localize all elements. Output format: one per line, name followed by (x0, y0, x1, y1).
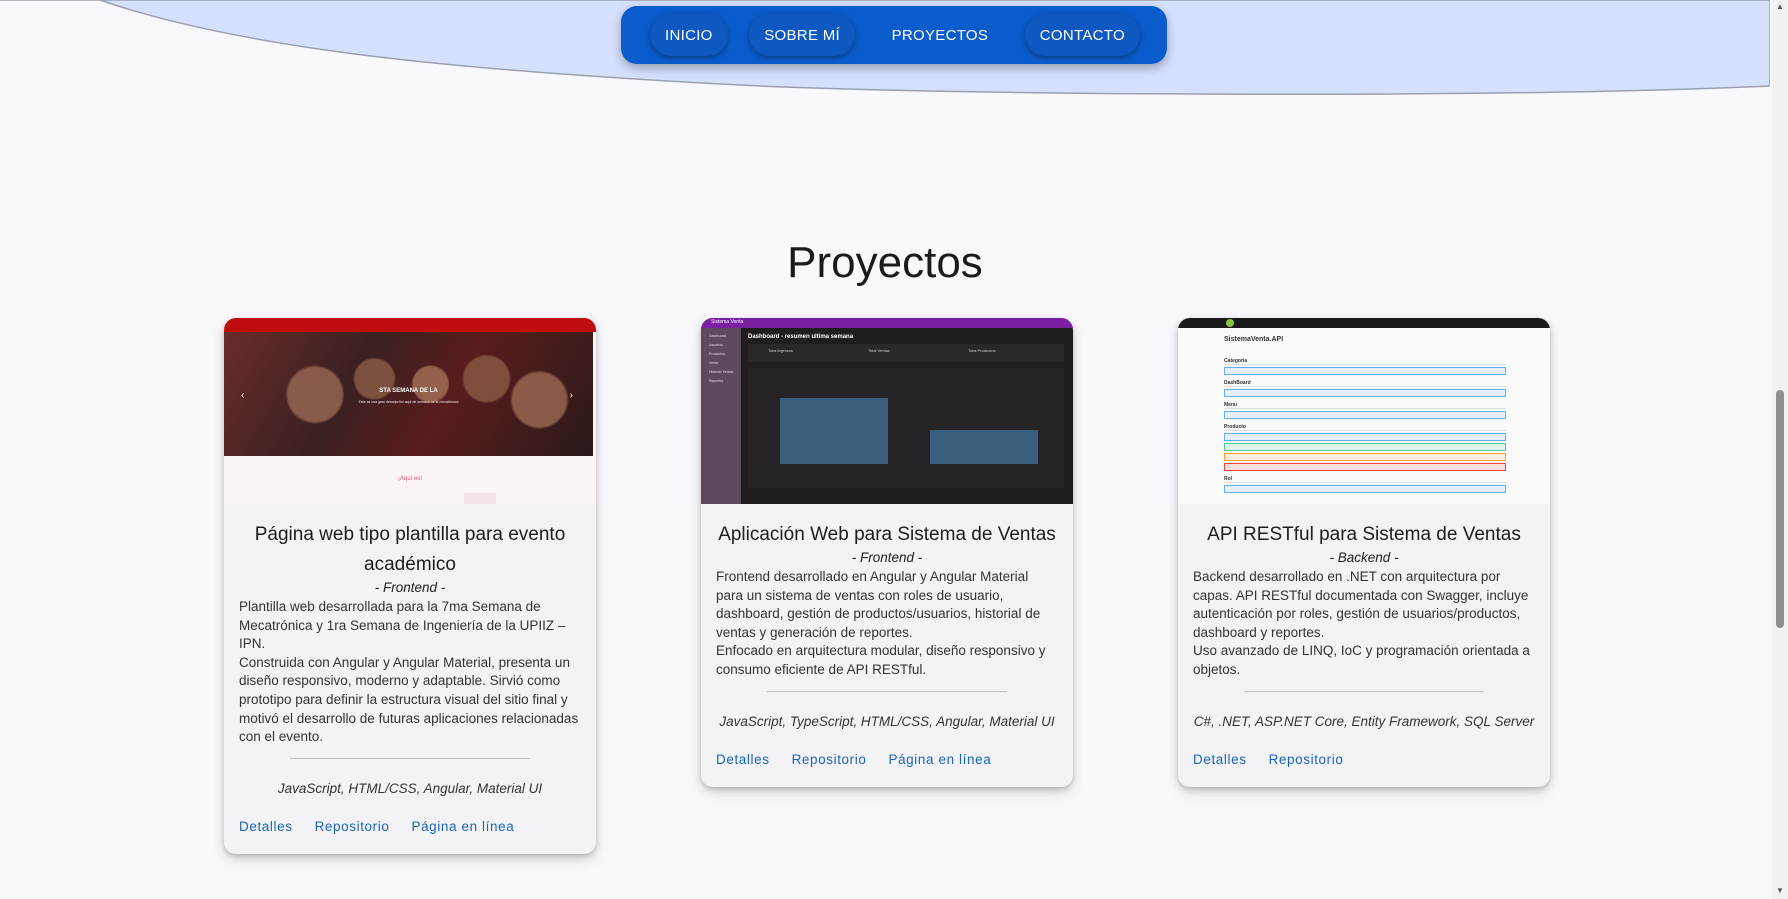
preview-menu-item: Venta (709, 361, 718, 365)
project-tech: C#, .NET, ASP.NET Core, Entity Framework… (1193, 713, 1535, 729)
carousel-next-icon: › (569, 390, 573, 401)
preview-api-title: SistemaVenta.API (1224, 336, 1284, 343)
project-desc-p2: Uso avanzado de LINQ, IoC y programación… (1193, 643, 1530, 677)
scroll-down-icon[interactable]: ▼ (1775, 886, 1785, 896)
details-button[interactable]: Detalles (228, 813, 304, 840)
section-title: Proyectos (787, 238, 983, 287)
preview-endpoint-group: Categoria (1224, 358, 1506, 375)
project-card-ventas-api: SistemaVenta.API Categoria DashBoard Menu P… (1178, 318, 1550, 787)
preview-endpoint-group: Producto (1224, 424, 1506, 471)
project-tech: JavaScript, TypeScript, HTML/CSS, Angula… (719, 713, 1055, 729)
preview-endpoint-row (1224, 443, 1506, 451)
project-desc-p1: Backend desarrollado en .NET con arquite… (1193, 569, 1529, 640)
project-desc-p2: Construida con Angular y Angular Materia… (239, 654, 579, 745)
preview-endpoint-group: Rol (1224, 476, 1506, 493)
preview-topbar: Sistema Venta (701, 318, 1073, 328)
repository-button[interactable]: Repositorio (304, 813, 401, 840)
project-type: - Frontend - (851, 550, 923, 565)
preview-group-name: Rol (1224, 476, 1506, 483)
preview-endpoint-row (1224, 411, 1506, 419)
preview-sidebar: Dashboard Usuarios Productos Venta Historial… (701, 328, 741, 504)
preview-endpoint-row (1224, 389, 1506, 397)
project-image-ventas-api: SistemaVenta.API Categoria DashBoard Menu P… (1178, 318, 1550, 504)
preview-stat: Total Productos (968, 348, 996, 353)
preview-group-name: DashBoard (1224, 380, 1506, 387)
live-page-button[interactable]: Página en línea (877, 746, 1002, 773)
preview-endpoint-group: Menu (1224, 402, 1506, 419)
preview-endpoint-row (1224, 485, 1506, 493)
project-title: Aplicación Web para Sistema de Ventas (718, 524, 1056, 545)
scrollbar-thumb[interactable] (1776, 390, 1784, 628)
divider (290, 757, 530, 759)
preview-app-name: Sistema Venta (711, 319, 744, 325)
nav-contacto[interactable]: CONTACTO (1024, 14, 1140, 56)
preview-endpoint-groups: Categoria DashBoard Menu Producto Rol (1224, 358, 1506, 498)
preview-dashboard-title: Dashboard - resumen ultima semana (748, 334, 854, 340)
project-title: API RESTful para Sistema de Ventas (1207, 524, 1521, 545)
nav-inicio[interactable]: INICIO (650, 14, 728, 56)
project-card-evento: STA SEMANA DE LA Este es una gran descri… (224, 318, 596, 854)
project-title: Página web tipo plantilla para evento ac… (254, 524, 566, 575)
divider (1244, 690, 1484, 692)
preview-sidebar-menu: Dashboard Usuarios Productos Venta Historial… (701, 328, 741, 386)
details-button[interactable]: Detalles (705, 746, 781, 773)
card-actions: Detalles Repositorio Página en línea (224, 799, 596, 854)
repository-button[interactable]: Repositorio (781, 746, 878, 773)
project-description: Backend desarrollado en .NET con arquite… (1193, 568, 1535, 680)
preview-endpoint-row (1224, 463, 1506, 471)
preview-stat: Total Ventas (868, 348, 890, 353)
preview-endpoint-row (1224, 453, 1506, 461)
project-image-ventas-frontend: Sistema Venta Dashboard Usuarios Productos… (701, 318, 1073, 504)
preview-endpoint-row (1224, 433, 1506, 441)
preview-footer-text: ¡Aquí es! (397, 476, 422, 482)
preview-group-name: Menu (1224, 402, 1506, 409)
preview-endpoint-row (1224, 367, 1506, 375)
preview-hero-photo: STA SEMANA DE LA Este es una gran descri… (224, 332, 593, 456)
preview-topbar (1178, 318, 1550, 328)
project-tech: JavaScript, HTML/CSS, Angular, Material … (277, 780, 543, 796)
project-desc-p2: Enfocado en arquitectura modular, diseño… (716, 643, 1046, 677)
project-desc-p1: Plantilla web desarrollada para la 7ma S… (239, 599, 566, 652)
details-button[interactable]: Detalles (1182, 746, 1258, 773)
nav-proyectos[interactable]: PROYECTOS (877, 14, 1004, 56)
preview-stats: Total Ingresos Total Ventas Total Produc… (748, 344, 1064, 362)
preview-chart (748, 368, 1064, 488)
scroll-up-icon[interactable]: ▲ (1775, 2, 1785, 12)
nav-sobre-mi[interactable]: SOBRE MÍ (749, 14, 855, 56)
carousel-prev-icon: ‹ (241, 390, 245, 401)
project-description: Frontend desarrollado en Angular y Angul… (716, 568, 1058, 680)
preview-menu-item: Productos (709, 352, 725, 356)
project-desc-p1: Frontend desarrollado en Angular y Angul… (716, 569, 1041, 640)
project-type: - Backend - (1329, 550, 1399, 565)
divider (767, 690, 1007, 692)
preview-group-name: Categoria (1224, 358, 1506, 365)
card-actions: Detalles Repositorio Página en línea (701, 732, 1073, 787)
card-actions: Detalles Repositorio (1178, 732, 1550, 787)
project-card-ventas-frontend: Sistema Venta Dashboard Usuarios Productos… (701, 318, 1073, 787)
main-nav: INICIO SOBRE MÍ PROYECTOS CONTACTO (621, 6, 1167, 64)
preview-menu-item: Reportes (709, 379, 724, 383)
preview-endpoint-group: DashBoard (1224, 380, 1506, 397)
preview-stat: Total Ingresos (768, 348, 793, 353)
live-page-button[interactable]: Página en línea (400, 813, 525, 840)
project-type: - Frontend - (374, 580, 446, 595)
preview-menu-item: Usuarios (709, 343, 723, 347)
project-description: Plantilla web desarrollada para la 7ma S… (239, 598, 581, 747)
preview-group-name: Producto (1224, 424, 1506, 431)
preview-menu-item: Dashboard (709, 334, 727, 338)
preview-topbar (224, 318, 596, 332)
swagger-logo-icon (1226, 319, 1234, 327)
repository-button[interactable]: Repositorio (1258, 746, 1355, 773)
preview-banner-title: STA SEMANA DE LA (379, 388, 438, 394)
preview-banner-sub: Este es una gran descripción aquí de sem… (358, 400, 459, 404)
preview-menu-item: Historial Ventas (709, 370, 734, 374)
project-image-evento: STA SEMANA DE LA Este es una gran descri… (224, 318, 596, 504)
